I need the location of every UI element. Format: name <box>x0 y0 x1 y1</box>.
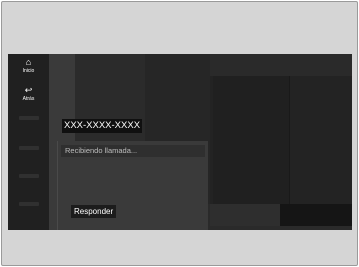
call-status: Recibiendo llamada... <box>61 145 205 157</box>
background-panel <box>280 204 352 226</box>
nav-disabled-item-4 <box>8 198 49 228</box>
device-frame: ⌂ Inicio ↩ Atrás <box>1 1 358 266</box>
home-icon: ⌂ <box>25 57 32 67</box>
background-panel <box>210 204 280 226</box>
nav-disabled-item-3 <box>8 170 49 200</box>
nav-back-button[interactable]: ↩ Atrás <box>8 82 49 112</box>
answer-button[interactable]: Responder <box>71 205 117 218</box>
nav-back-label: Atrás <box>22 96 35 102</box>
left-nav: ⌂ Inicio ↩ Atrás <box>8 54 49 230</box>
nav-disabled-item-2 <box>8 142 49 172</box>
caller-number: XXX-XXXX-XXXX <box>62 119 143 133</box>
nav-home-label: Inicio <box>22 68 35 74</box>
infotainment-screen: ⌂ Inicio ↩ Atrás <box>8 54 352 230</box>
nav-home-button[interactable]: ⌂ Inicio <box>8 54 49 84</box>
background-panel <box>213 76 290 204</box>
back-icon: ↩ <box>24 85 33 95</box>
nav-disabled-item-1 <box>8 112 49 142</box>
